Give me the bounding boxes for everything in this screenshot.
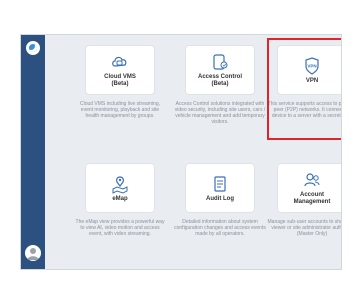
map-pin-icon bbox=[112, 175, 128, 194]
tile-description: Manage sub-user accounts to share site v… bbox=[267, 219, 342, 237]
access-control-icon bbox=[213, 54, 228, 70]
brand-logo-icon[interactable] bbox=[26, 41, 40, 55]
app-window: Cloud VMS (Beta) Cloud VMS including liv… bbox=[20, 34, 342, 270]
tile-emap[interactable]: eMap bbox=[85, 163, 155, 213]
account-management-icon bbox=[304, 173, 320, 187]
tile-account-management[interactable]: Account Management bbox=[277, 163, 341, 213]
tile-description: Detailed information about system config… bbox=[174, 219, 266, 237]
user-avatar-icon[interactable] bbox=[25, 245, 41, 261]
tile-label: Audit Log bbox=[206, 195, 234, 202]
tile-access-control[interactable]: Access Control (Beta) bbox=[185, 45, 255, 95]
tile-cloud-vms[interactable]: Cloud VMS (Beta) bbox=[85, 45, 155, 95]
tile-label: Access Control (Beta) bbox=[197, 74, 242, 87]
audit-log-icon bbox=[214, 175, 226, 192]
service-grid: Cloud VMS (Beta) Cloud VMS including liv… bbox=[45, 35, 341, 269]
sidebar bbox=[21, 35, 45, 269]
tile-audit-log[interactable]: Audit Log bbox=[185, 163, 255, 213]
cloud-video-icon bbox=[112, 56, 127, 67]
tile-description: Cloud VMS including live streaming, even… bbox=[79, 101, 161, 119]
tile-description: Access Control solutions integrated with… bbox=[174, 101, 266, 125]
tile-label: eMap bbox=[112, 195, 128, 202]
tile-label: Account Management bbox=[293, 192, 331, 205]
tile-label: Cloud VMS (Beta) bbox=[104, 74, 136, 87]
selection-highlight bbox=[267, 38, 341, 140]
tile-description: The eMap view provides a powerful way to… bbox=[75, 219, 165, 237]
